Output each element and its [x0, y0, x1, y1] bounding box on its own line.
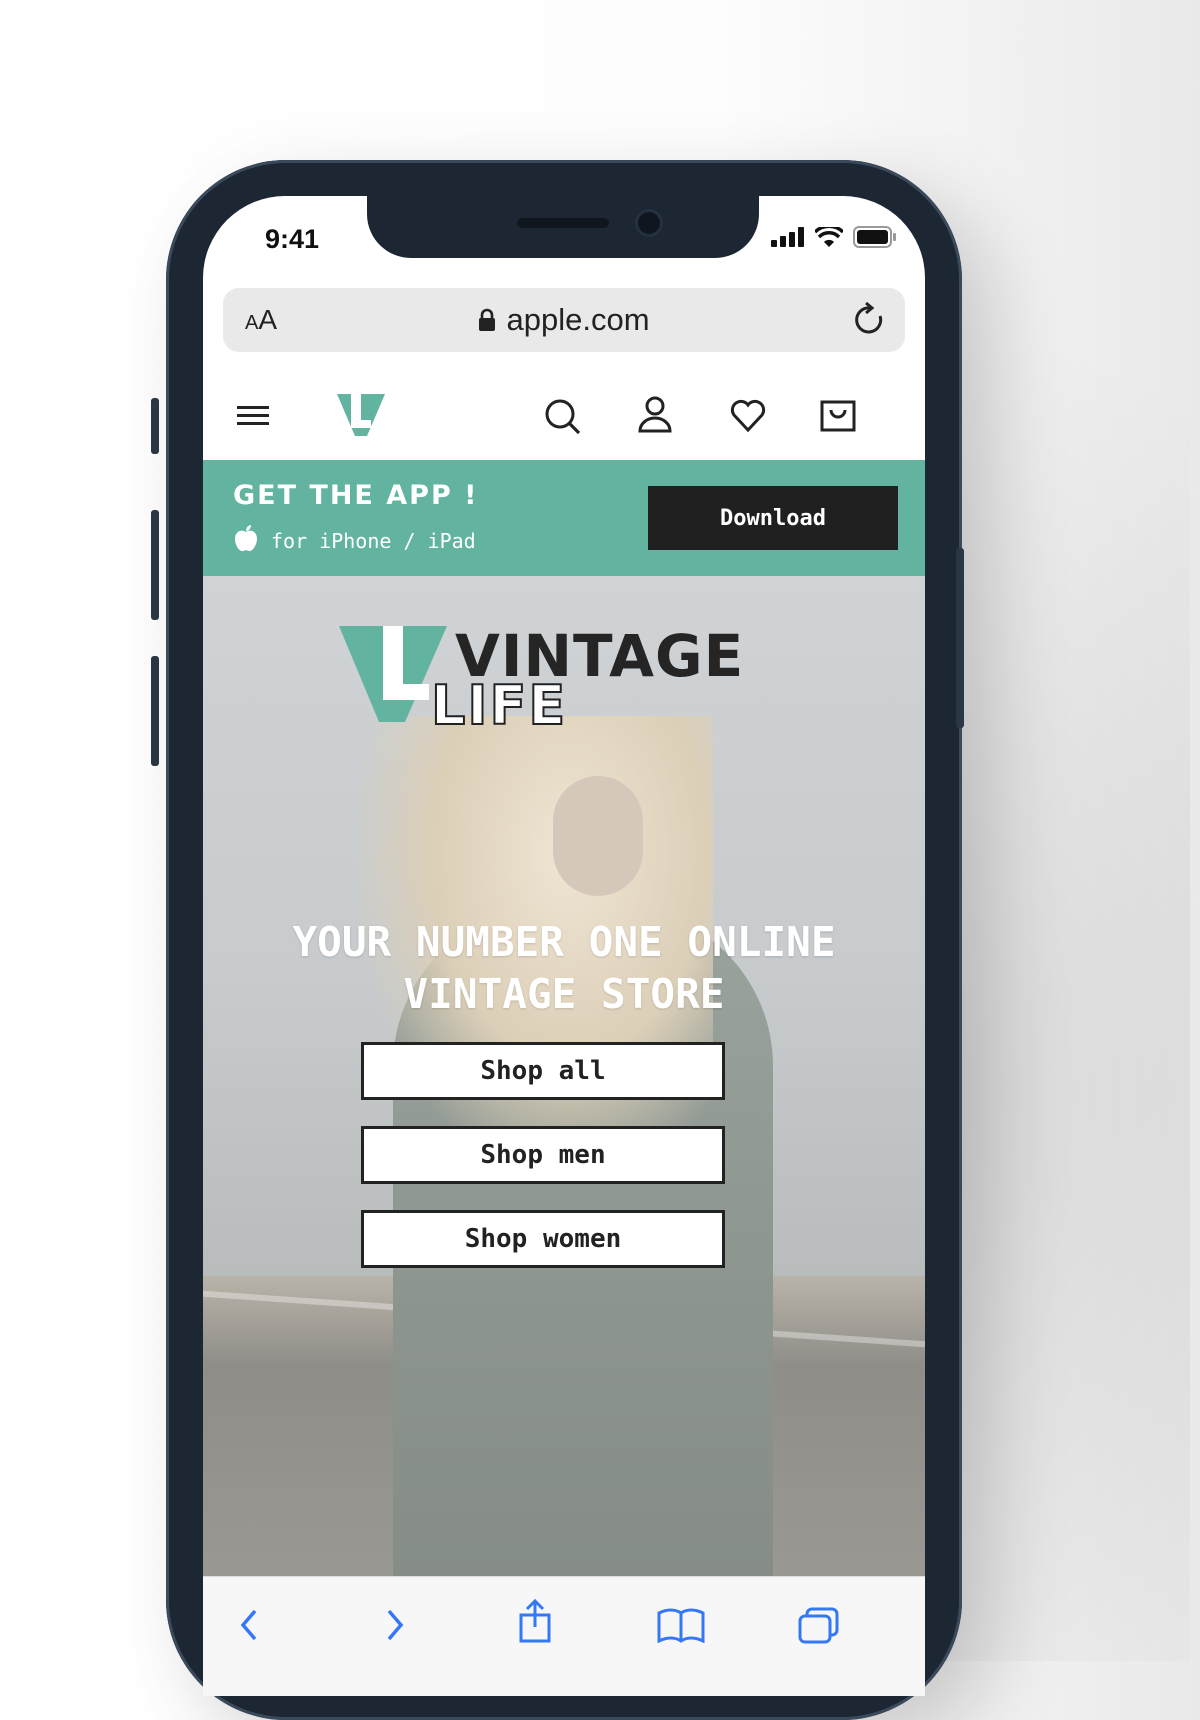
hero-headline-line-1: YOUR NUMBER ONE ONLINE: [292, 918, 836, 966]
address-bar[interactable]: AA apple.com: [223, 288, 905, 352]
wifi-icon: [815, 227, 843, 247]
brand-logo-icon[interactable]: [337, 392, 385, 438]
lock-icon: [479, 308, 496, 331]
shop-women-button[interactable]: Shop women: [361, 1210, 725, 1268]
status-icons: [771, 226, 897, 248]
share-icon[interactable]: [515, 1599, 555, 1643]
wishlist-heart-icon[interactable]: [729, 394, 767, 438]
hero-headline: YOUR NUMBER ONE ONLINE VINTAGE STORE: [203, 916, 925, 1020]
tabs-icon[interactable]: [797, 1607, 841, 1645]
silent-switch: [151, 398, 159, 454]
get-app-banner: GET THE APP ! for iPhone / iPad Download: [203, 460, 925, 576]
volume-down-button: [151, 656, 159, 766]
reload-icon[interactable]: [853, 302, 887, 338]
cellular-signal-icon: [771, 227, 804, 247]
camera: [635, 209, 663, 237]
apple-icon: [235, 525, 257, 552]
banner-title: GET THE APP !: [233, 480, 479, 511]
bookmarks-icon[interactable]: [657, 1607, 705, 1643]
speaker: [517, 218, 609, 228]
phone-screen: 9:41 AA apple.com GET THE APP ! for iPho…: [203, 196, 925, 1696]
battery-icon: [853, 226, 896, 248]
browser-toolbar: [203, 1576, 925, 1696]
account-icon[interactable]: [637, 394, 673, 438]
banner-subtitle-row: for iPhone / iPad: [233, 524, 476, 553]
hamburger-menu-icon[interactable]: [237, 394, 271, 438]
download-button[interactable]: Download: [648, 486, 898, 550]
status-time: 9:41: [265, 224, 320, 254]
banner-subtitle: for iPhone / iPad: [271, 529, 476, 553]
url-text: apple.com: [506, 302, 650, 337]
back-arrow-icon[interactable]: [237, 1607, 261, 1643]
vintage-life-logo: VINTAGE LIFE: [339, 622, 759, 738]
power-button: [956, 548, 964, 728]
forward-arrow-icon[interactable]: [383, 1607, 407, 1643]
shop-all-button[interactable]: Shop all: [361, 1042, 725, 1100]
volume-up-button: [151, 510, 159, 620]
hero-headline-line-2: VINTAGE STORE: [403, 970, 725, 1018]
hero-section: VINTAGE LIFE YOUR NUMBER ONE ONLINE VINT…: [203, 576, 925, 1576]
shop-men-button[interactable]: Shop men: [361, 1126, 725, 1184]
shopping-bag-icon[interactable]: [819, 394, 857, 438]
site-header: [203, 372, 925, 460]
notch: [367, 196, 759, 258]
logo-word-life: LIFE: [430, 673, 568, 738]
search-icon[interactable]: [543, 394, 583, 438]
url-field[interactable]: apple.com: [223, 302, 905, 338]
hero-model-face: [553, 776, 643, 896]
